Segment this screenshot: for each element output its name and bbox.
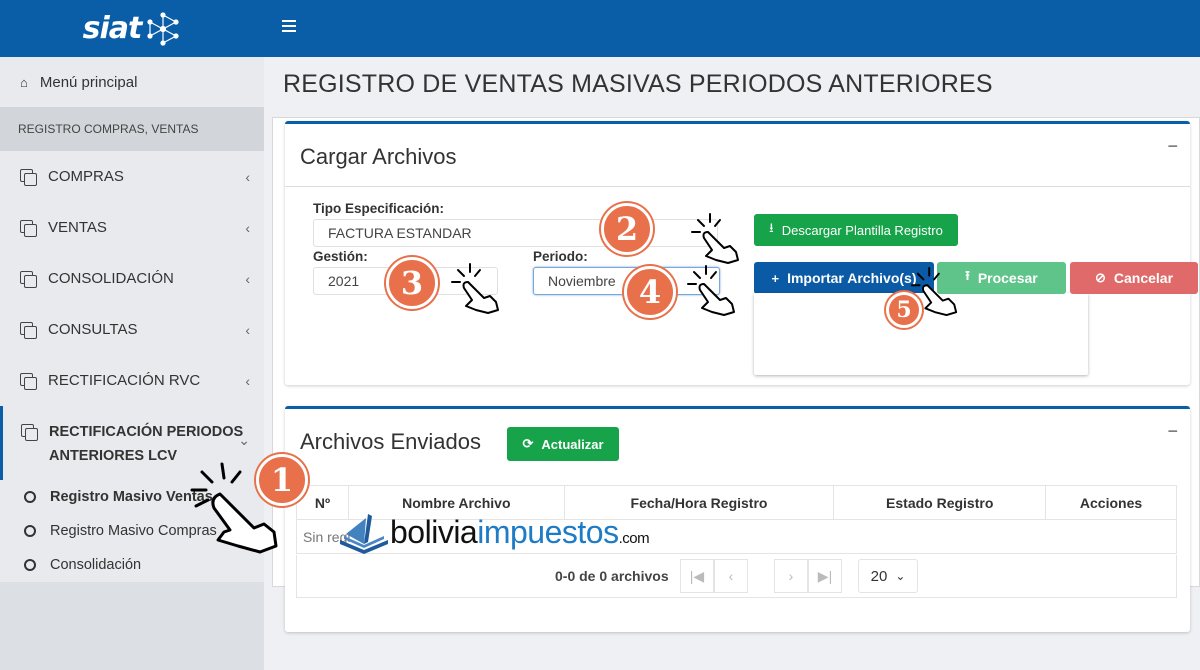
download-icon: ⭳ xyxy=(769,220,774,235)
label-line2: ANTERIORES LCV xyxy=(49,448,178,464)
download-template-button[interactable]: ⭳ Descargar Plantilla Registro xyxy=(754,214,958,246)
chevron-down-icon: ⌄ xyxy=(895,569,906,583)
sidebar-item-consultas[interactable]: CONSULTAS ‹ xyxy=(0,304,264,355)
collapse-icon[interactable]: − xyxy=(1167,136,1178,157)
copy-icon xyxy=(20,372,37,390)
sidebar-item-rectificacion-rvc[interactable]: RECTIFICACIÓN RVC ‹ xyxy=(0,355,264,406)
column-header: Acciones xyxy=(1045,485,1177,520)
import-files-label: Importar Archivo(s) xyxy=(787,270,917,286)
gestion-label: Gestión: xyxy=(313,249,368,264)
tipo-especificacion-value: FACTURA ESTANDAR xyxy=(328,225,472,241)
top-bar xyxy=(264,0,1200,57)
tipo-especificacion-select[interactable]: FACTURA ESTANDAR xyxy=(313,219,718,247)
plus-icon: + xyxy=(771,270,780,286)
pointing-hand-icon xyxy=(190,462,278,554)
chevron-left-icon: ‹ xyxy=(245,168,250,185)
chevron-left-icon: ‹ xyxy=(245,372,250,389)
pager-range-text: 0-0 de 0 archivos xyxy=(555,568,669,584)
sent-files-title: Archivos Enviados xyxy=(300,429,481,454)
cancel-label: Cancelar xyxy=(1113,270,1174,286)
sidebar-item-consolidacion[interactable]: CONSOLIDACIÓN ‹ xyxy=(0,253,264,304)
circle-icon xyxy=(24,491,36,503)
download-template-label: Descargar Plantilla Registro xyxy=(781,222,943,238)
subitem-label: Registro Masivo Ventas xyxy=(50,489,213,505)
cancel-button[interactable]: ⊘ Cancelar xyxy=(1070,262,1198,294)
home-icon: ⌂ xyxy=(20,74,28,90)
divider xyxy=(285,186,1190,187)
refresh-label: Actualizar xyxy=(541,436,604,452)
circle-icon xyxy=(24,525,36,537)
collapse-icon[interactable]: − xyxy=(1167,421,1178,442)
brand-network-icon xyxy=(147,11,179,46)
step-badge-2: 2 xyxy=(601,203,653,255)
periodo-value: Noviembre xyxy=(548,273,616,289)
sidebar-item-label: VENTAS xyxy=(48,219,107,236)
import-files-button[interactable]: + Importar Archivo(s) xyxy=(754,262,934,294)
step-badge-4: 4 xyxy=(624,266,676,318)
upload-icon: ⭱ xyxy=(965,268,970,283)
page-title: REGISTRO DE VENTAS MASIVAS PERIODOS ANTE… xyxy=(283,70,993,98)
copy-icon xyxy=(20,219,37,237)
watermark-text: boliviaimpuestos.com xyxy=(390,513,650,551)
main-menu-label: Menú principal xyxy=(39,73,138,91)
first-page-icon[interactable]: |◀ xyxy=(680,559,714,593)
watermark-part1: bolivia xyxy=(390,513,478,550)
sidebar-item-label: CONSULTAS xyxy=(48,321,138,338)
copy-icon xyxy=(21,424,38,441)
pointing-hand-icon xyxy=(691,213,739,264)
hamburger-menu-icon[interactable] xyxy=(282,20,296,35)
watermark-logo: boliviaimpuestos.com xyxy=(338,510,650,554)
pointing-hand-icon xyxy=(910,266,958,316)
sidebar-item-label: COMPRAS xyxy=(48,168,124,185)
sidebar-item-label: CONSOLIDACIÓN xyxy=(48,270,174,287)
chevron-left-icon: ‹ xyxy=(245,321,250,338)
next-page-icon[interactable]: › xyxy=(774,559,808,593)
label-line1: RECTIFICACIÓN PERIODOS xyxy=(49,424,244,440)
circle-icon xyxy=(24,559,36,571)
page-size-value: 20 xyxy=(870,567,888,585)
subitem-label: Consolidación xyxy=(50,557,142,573)
sidebar-section-header: REGISTRO COMPRAS, VENTAS xyxy=(0,107,264,151)
refresh-button[interactable]: ⟳ Actualizar xyxy=(507,427,619,461)
upload-card-title: Cargar Archivos xyxy=(300,144,457,169)
copy-icon xyxy=(20,270,37,288)
pointing-hand-icon xyxy=(451,263,499,314)
ban-icon: ⊘ xyxy=(1094,270,1106,285)
page-size-select[interactable]: 20 ⌄ xyxy=(858,559,918,593)
prev-page-icon[interactable]: ‹ xyxy=(714,559,748,593)
watermark-domain: .com xyxy=(618,529,650,547)
book-icon xyxy=(340,514,388,554)
sidebar: siat ⌂ Menú principal REGISTRO COMPRAS, … xyxy=(0,0,264,670)
sidebar-item-label: RECTIFICACIÓN RVC xyxy=(48,372,201,389)
chevron-down-icon: ⌄ xyxy=(238,432,250,448)
sidebar-item-compras[interactable]: COMPRAS ‹ xyxy=(0,151,264,202)
chevron-left-icon: ‹ xyxy=(245,219,250,236)
table-pager: 0-0 de 0 archivos |◀ ‹ › ▶| 20 ⌄ xyxy=(296,555,1177,598)
step-badge-3: 3 xyxy=(386,257,438,309)
column-header: Estado Registro xyxy=(833,485,1047,520)
tipo-especificacion-label: Tipo Especificación: xyxy=(313,201,445,216)
gestion-value: 2021 xyxy=(328,273,360,289)
sidebar-item-ventas[interactable]: VENTAS ‹ xyxy=(0,202,264,253)
copy-icon xyxy=(20,321,37,339)
brand-header[interactable]: siat xyxy=(0,0,264,57)
copy-icon xyxy=(20,168,37,186)
sidebar-main-menu[interactable]: ⌂ Menú principal xyxy=(0,57,264,107)
process-label: Procesar xyxy=(977,270,1038,286)
pointing-hand-icon xyxy=(687,265,735,316)
brand-logo: siat xyxy=(82,11,143,46)
refresh-icon: ⟳ xyxy=(522,436,534,451)
periodo-label: Periodo: xyxy=(533,249,588,264)
watermark-part2: impuestos xyxy=(477,513,619,550)
chevron-left-icon: ‹ xyxy=(245,270,250,287)
last-page-icon[interactable]: ▶| xyxy=(808,559,842,593)
